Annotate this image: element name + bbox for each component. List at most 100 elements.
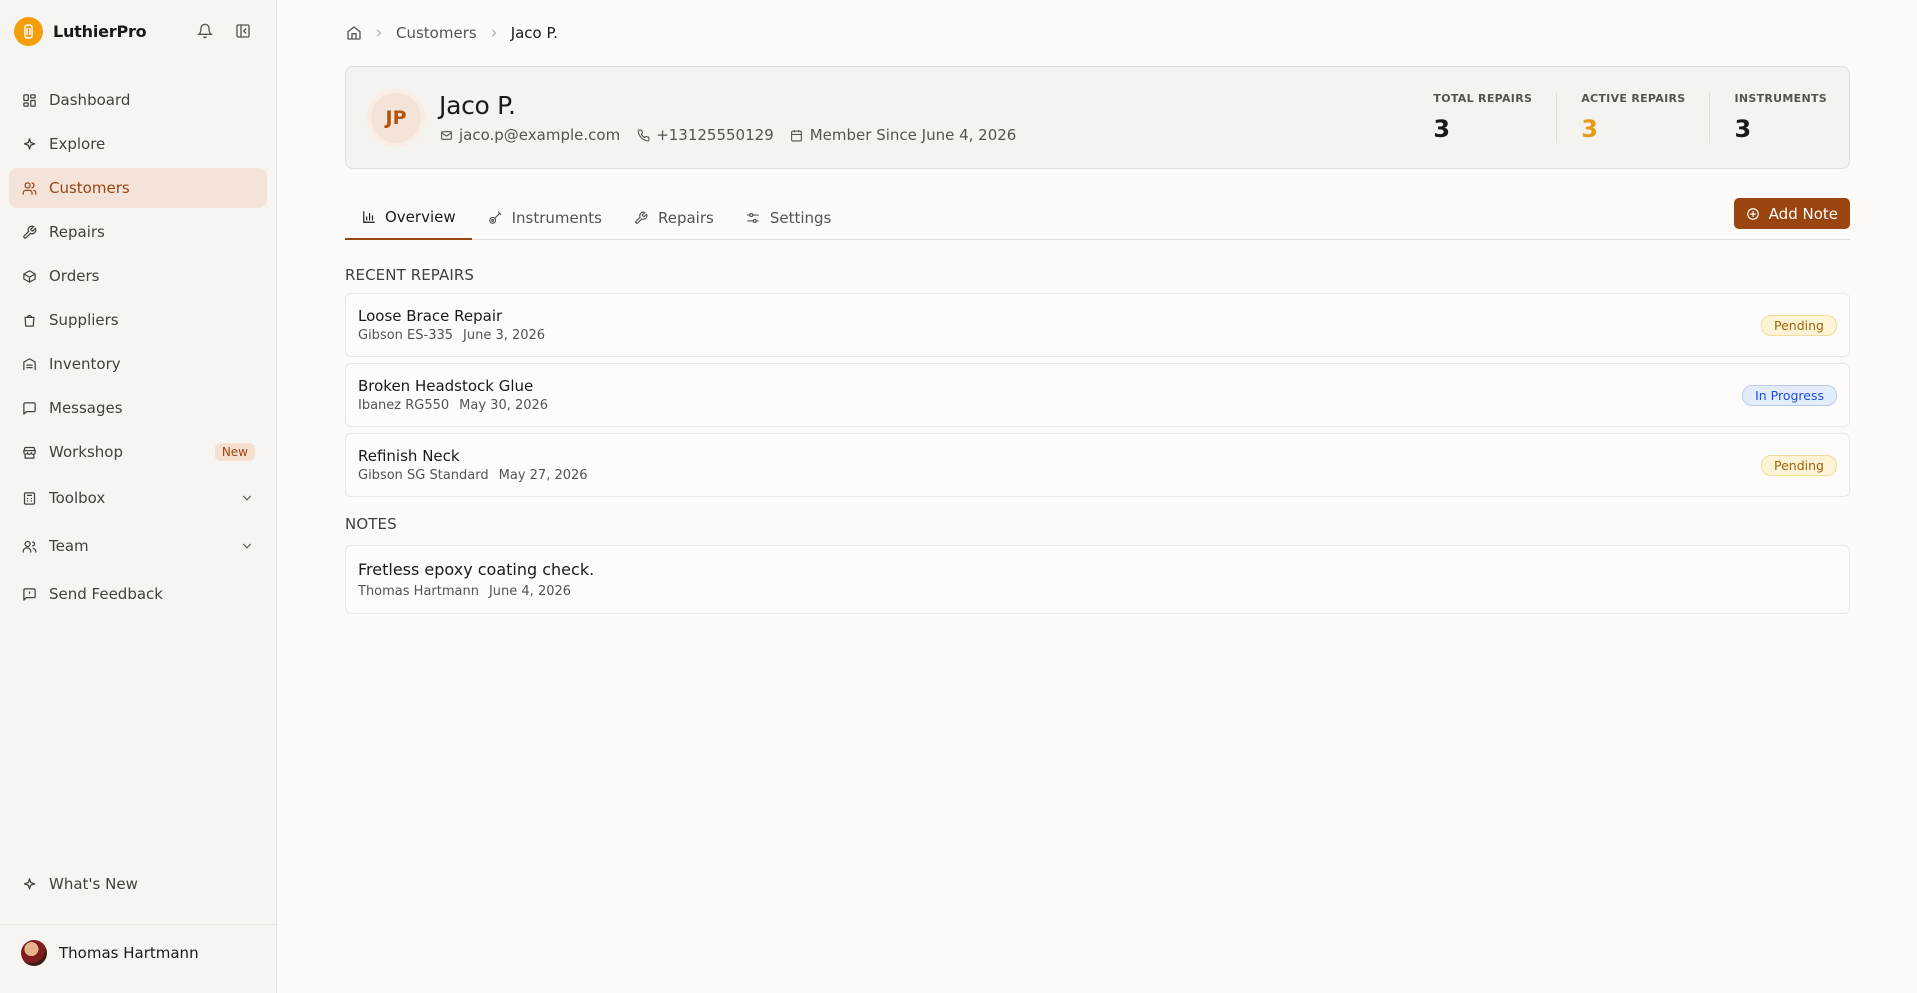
sidebar-item-label: Toolbox: [49, 489, 106, 507]
customer-avatar: JP: [367, 88, 425, 147]
repair-instrument: Gibson SG Standard: [358, 468, 489, 483]
recent-repairs-list: Loose Brace Repair Gibson ES-335 June 3, …: [345, 293, 1850, 497]
sidebar: LuthierPro Dashboard Explore Customers R…: [0, 0, 277, 993]
status-badge: In Progress: [1742, 384, 1837, 406]
status-badge: Pending: [1761, 314, 1837, 336]
note-author: Thomas Hartmann: [358, 584, 479, 599]
customer-name: Jaco P.: [439, 91, 516, 120]
breadcrumb-current: Jaco P.: [510, 24, 558, 42]
sidebar-nav: Dashboard Explore Customers Repairs Orde…: [0, 62, 276, 620]
customer-phone[interactable]: +13125550129: [656, 126, 774, 144]
new-badge: New: [214, 443, 255, 461]
users-icon: [21, 180, 37, 196]
sidebar-item-send-feedback[interactable]: Send Feedback: [9, 572, 267, 616]
sidebar-item-suppliers[interactable]: Suppliers: [9, 300, 267, 340]
sidebar-item-workshop[interactable]: Workshop New: [9, 432, 267, 472]
dashboard-icon: [21, 92, 37, 108]
sidebar-item-repairs[interactable]: Repairs: [9, 212, 267, 252]
toolbox-icon: [21, 490, 37, 506]
phone-icon: [636, 128, 650, 142]
chevron-down-icon[interactable]: [239, 538, 255, 554]
repair-title: Refinish Neck: [358, 447, 460, 465]
whats-new-link[interactable]: What's New: [9, 864, 267, 904]
sidebar-item-messages[interactable]: Messages: [9, 388, 267, 428]
tab-label: Instruments: [511, 208, 602, 227]
guitar-logo-icon: [14, 16, 43, 46]
mail-icon: [439, 128, 453, 142]
repair-title: Broken Headstock Glue: [358, 377, 534, 395]
package-icon: [21, 268, 37, 284]
sliders-icon: [746, 210, 761, 225]
tab-settings[interactable]: Settings: [730, 195, 848, 240]
stat-total-repairs: TOTAL REPAIRS 3: [1409, 92, 1556, 143]
guitar-icon: [488, 210, 503, 225]
tabs: Overview Instruments Repairs Settings Ad…: [345, 195, 1850, 240]
bell-icon[interactable]: [196, 22, 214, 40]
user-avatar: [21, 940, 47, 966]
sidebar-item-label: Suppliers: [49, 311, 119, 329]
repair-instrument: Ibanez RG550: [358, 398, 450, 413]
note-item[interactable]: Fretless epoxy coating check. Thomas Har…: [345, 545, 1850, 614]
sidebar-item-label: Dashboard: [49, 91, 131, 109]
home-icon[interactable]: [345, 25, 362, 42]
tab-overview[interactable]: Overview: [345, 195, 472, 240]
user-name: Thomas Hartmann: [59, 944, 199, 962]
repair-row[interactable]: Broken Headstock Glue Ibanez RG550 May 30…: [345, 363, 1850, 427]
collapse-sidebar-icon[interactable]: [234, 22, 252, 40]
tab-repairs[interactable]: Repairs: [618, 195, 730, 240]
customer-profile-card: JP Jaco P. jaco.p@example.com +131255501…: [345, 66, 1850, 169]
tab-instruments[interactable]: Instruments: [472, 195, 618, 240]
repair-date: May 27, 2026: [498, 468, 588, 483]
sidebar-item-orders[interactable]: Orders: [9, 256, 267, 296]
wrench-icon: [21, 224, 37, 240]
sidebar-item-customers[interactable]: Customers: [9, 168, 267, 208]
notes-title: NOTES: [345, 515, 397, 533]
customer-email[interactable]: jaco.p@example.com: [459, 126, 620, 144]
feedback-icon: [21, 586, 37, 602]
warehouse-icon: [21, 356, 37, 372]
bar-chart-icon: [361, 209, 376, 224]
member-since: Member Since June 4, 2026: [809, 126, 1017, 144]
chevron-right-icon: [487, 27, 501, 39]
stat-value: 3: [1433, 115, 1451, 143]
sidebar-item-label: Workshop: [49, 443, 124, 461]
sidebar-item-toolbox[interactable]: Toolbox: [9, 476, 267, 520]
repair-instrument: Gibson ES-335: [358, 328, 454, 343]
sidebar-item-label: Messages: [49, 399, 123, 417]
stat-instruments: INSTRUMENTS 3: [1709, 92, 1827, 143]
sidebar-item-label: Send Feedback: [49, 585, 163, 603]
sidebar-item-label: Explore: [49, 135, 106, 153]
repair-row[interactable]: Refinish Neck Gibson SG Standard May 27, …: [345, 433, 1850, 497]
sidebar-header: LuthierPro: [0, 0, 276, 62]
user-menu[interactable]: Thomas Hartmann: [0, 940, 276, 966]
repair-title: Loose Brace Repair: [358, 307, 503, 325]
add-note-button[interactable]: Add Note: [1733, 198, 1850, 229]
sparkle-icon: [21, 136, 37, 152]
note-text: Fretless epoxy coating check.: [358, 560, 595, 579]
tab-label: Overview: [385, 207, 456, 226]
note-date: June 4, 2026: [488, 584, 572, 599]
app-name: LuthierPro: [53, 21, 147, 41]
breadcrumb-customers[interactable]: Customers: [396, 24, 477, 42]
sidebar-item-label: Inventory: [49, 355, 121, 373]
customer-stats: TOTAL REPAIRS 3 ACTIVE REPAIRS 3 INSTRUM…: [1409, 92, 1827, 143]
whats-new-label: What's New: [49, 875, 138, 893]
sidebar-item-dashboard[interactable]: Dashboard: [9, 80, 267, 120]
chevron-right-icon: [372, 27, 386, 39]
calendar-icon: [790, 128, 804, 142]
team-icon: [21, 538, 37, 554]
recent-repairs-title: RECENT REPAIRS: [345, 266, 475, 284]
chevron-down-icon[interactable]: [239, 490, 255, 506]
stat-value: 3: [1581, 115, 1598, 143]
repair-date: May 30, 2026: [459, 398, 549, 413]
status-badge: Pending: [1761, 454, 1837, 476]
repair-row[interactable]: Loose Brace Repair Gibson ES-335 June 3, …: [345, 293, 1850, 357]
sidebar-item-label: Team: [49, 537, 89, 555]
sidebar-item-explore[interactable]: Explore: [9, 124, 267, 164]
sidebar-item-inventory[interactable]: Inventory: [9, 344, 267, 384]
plus-circle-icon: [1746, 206, 1761, 221]
shopping-bag-icon: [21, 312, 37, 328]
sidebar-item-team[interactable]: Team: [9, 524, 267, 568]
sidebar-item-label: Customers: [49, 179, 130, 197]
stat-active-repairs: ACTIVE REPAIRS 3: [1556, 92, 1709, 143]
